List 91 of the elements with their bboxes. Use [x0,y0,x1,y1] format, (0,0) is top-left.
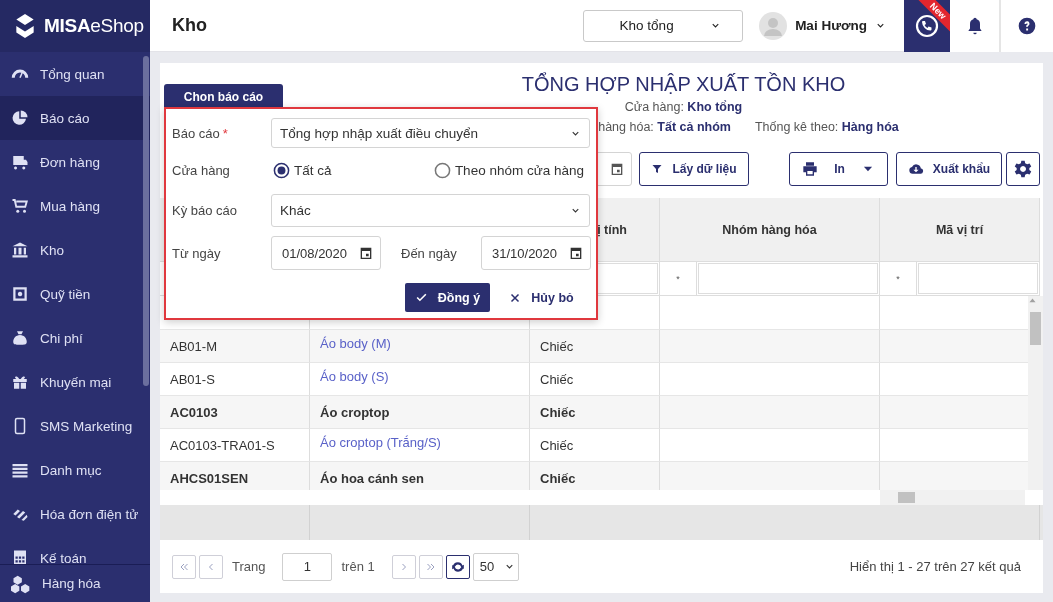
next-page-button[interactable] [391,554,416,579]
scrollbar[interactable] [880,490,1025,505]
settings-button[interactable] [1006,152,1040,186]
safe-icon [11,285,29,303]
help-icon [1017,15,1037,36]
page-count: trên 1 [341,559,375,574]
money-bag-icon [11,329,29,347]
table-cell: Chiếc [530,330,660,363]
check-icon [414,291,428,304]
avatar-icon [759,11,788,40]
truck-icon [11,153,29,171]
export-button[interactable]: Xuất khẩu [896,152,1002,186]
page-size-select[interactable]: 50 [472,552,519,581]
sidebar-item[interactable]: Báo cáo [0,96,150,140]
product-link[interactable]: Áo body (M) [310,330,530,363]
page-field[interactable]: 1 [282,552,333,581]
refresh-icon [450,559,465,574]
sidebar-item[interactable]: Đơn hàng [0,140,150,184]
radio-option[interactable]: Theo nhóm cửa hàng [433,161,584,179]
filter-field[interactable] [918,263,1038,294]
calculator-icon [11,549,29,564]
field-label: Báo cáo [172,125,220,141]
sidebar-item[interactable]: Khuyến mại [0,360,150,404]
table-cell: Áo hoa cánh sen [310,462,530,490]
column-header: Mã vị trí [880,198,1040,262]
logo-text: MISAeShop [44,15,144,37]
field-label: Kỳ báo cáo [172,203,239,218]
filter-mode[interactable]: * [880,262,917,295]
field-label: Đến ngày [400,245,458,261]
scrollbar-thumb[interactable] [1030,312,1041,345]
date-field[interactable]: 01/08/2020 [271,236,381,270]
list-icon [11,461,29,479]
sidebar-item[interactable]: Quỹ tiền [0,272,150,316]
confirm-button[interactable]: Đồng ý [405,283,490,312]
sidebar-item[interactable]: Hóa đơn điện tử [0,492,150,536]
cloud-download-icon [907,161,924,177]
page-title: Kho [171,15,207,36]
scrollbar-thumb[interactable] [898,492,915,503]
sidebar-item[interactable]: Danh mục [0,448,150,492]
sidebar-item[interactable]: Tổng quan [0,52,150,96]
print-button[interactable]: In [789,152,888,186]
report-meta: Cửa hàng: Kho tổng [624,99,743,116]
table-cell: Áo croptop [310,396,530,429]
previous-page-button[interactable] [199,554,223,579]
calendar-icon [358,245,374,261]
sidebar-item[interactable]: SMS Marketing [0,404,150,448]
table-cell: AHCS01SEN [160,462,310,490]
table-cell: Chiếc [530,396,660,429]
scrollbar[interactable] [143,56,149,386]
fetch-data-button[interactable]: Lấy dữ liệu [639,152,749,186]
required-mark: * [222,125,228,141]
close-icon [509,291,522,304]
sidebar-item[interactable]: Chi phí [0,316,150,360]
first-page-button[interactable] [172,554,196,579]
table-cell: Chiếc [530,462,660,490]
column-header: Nhóm hàng hóa [660,198,880,262]
boxes-icon [11,573,31,594]
printer-icon [802,161,819,177]
settings-icon [1013,159,1033,179]
report-select[interactable]: Tổng hợp nhập xuất điều chuyển [271,118,590,148]
page-label: Trang [232,559,266,574]
field-label: Cửa hàng [172,162,231,178]
report-title: TỔNG HỢP NHẬP XUẤT TỒN KHO [520,71,847,97]
help-button[interactable] [1000,0,1053,52]
cancel-button[interactable]: Hủy bỏ [499,283,584,312]
field-label: Từ ngày [172,245,222,261]
user-menu[interactable]: Mai Hương [759,11,886,40]
report-meta: Thống kê theo: Hàng hóa [754,119,899,136]
sidebar-item[interactable]: Mua hàng [0,184,150,228]
pie-chart-icon [11,109,29,127]
cart-icon [11,197,29,215]
period-select[interactable]: Khác [271,194,590,227]
refresh-button[interactable] [445,554,470,579]
result-summary: Hiển thị 1 - 27 trên 27 kết quả [849,559,1021,574]
scrollbar[interactable] [1028,296,1043,490]
table-cell: AB01-M [160,330,310,363]
sidebar-item[interactable]: Kế toán [0,536,150,564]
calendar-icon [568,245,584,261]
date-field[interactable]: 31/10/2020 [481,236,591,270]
filter-mode[interactable]: * [660,262,697,295]
notifications-button[interactable] [950,0,1000,52]
report-tab[interactable]: Chon báo cáo [164,84,283,109]
table-cell: AC0103 [160,396,310,429]
sidebar-item[interactable]: Kho [0,228,150,272]
store-select[interactable]: Kho tổng [583,9,744,42]
filter-field[interactable] [698,263,878,294]
report-meta: hàng hóa: Tất cả nhóm [598,119,731,136]
bank-icon [11,241,29,259]
calendar-icon [609,161,625,177]
filter-icon [651,163,664,175]
radio-option[interactable]: Tất cả [273,161,332,179]
